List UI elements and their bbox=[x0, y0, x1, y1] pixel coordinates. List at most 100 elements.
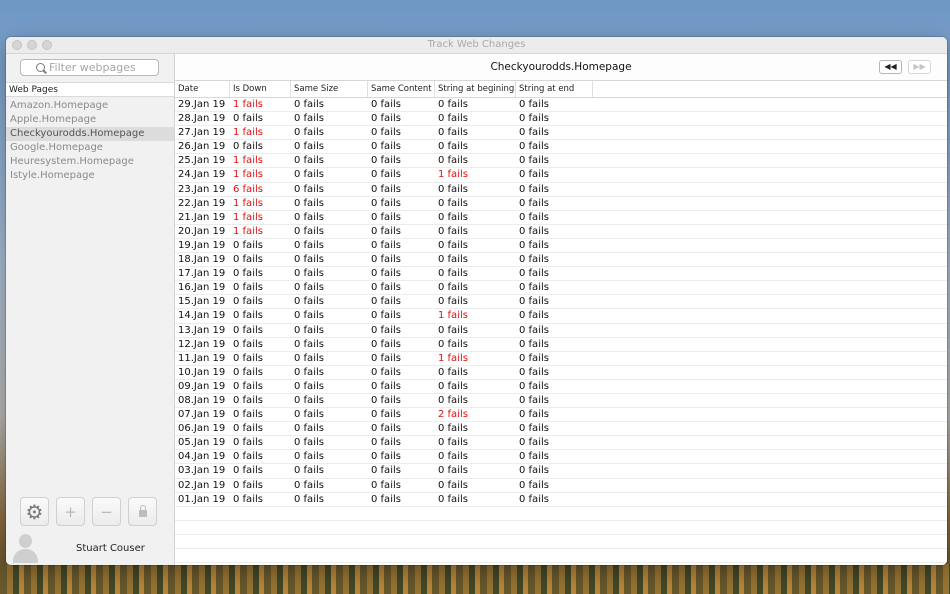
fails-cell: 0 fails bbox=[294, 380, 324, 392]
table-row[interactable]: 18.Jan 19 0 fails 0 fails 0 fails 0 fails 0 f… bbox=[175, 253, 947, 268]
empty-row bbox=[175, 507, 947, 521]
column-header[interactable]: String at end bbox=[516, 81, 593, 97]
fails-cell: 0 fails bbox=[294, 394, 324, 406]
fails-cell: 0 fails bbox=[233, 254, 263, 266]
table-row[interactable]: 29.Jan 19 1 fails 0 fails 0 fails 0 fails 0 f… bbox=[175, 98, 947, 113]
remove-page-button[interactable]: − bbox=[92, 497, 121, 526]
table-row[interactable]: 20.Jan 19 1 fails 0 fails 0 fails 0 fails 0 f… bbox=[175, 225, 947, 239]
fails-cell: 0 fails bbox=[294, 451, 324, 463]
column-header[interactable]: Same Content bbox=[368, 81, 435, 97]
table-row[interactable]: 01.Jan 19 0 fails 0 fails 0 fails 0 fails 0 f… bbox=[175, 493, 947, 507]
date-cell: 13.Jan 19 bbox=[178, 324, 226, 336]
table-row[interactable]: 23.Jan 19 6 fails 0 fails 0 fails 0 fails 0 f… bbox=[175, 183, 947, 197]
filter-webpages-input[interactable] bbox=[49, 61, 149, 74]
table-row[interactable]: 17.Jan 19 0 fails 0 fails 0 fails 0 fails 0 f… bbox=[175, 267, 947, 282]
sidebar-item[interactable]: Apple.Homepage bbox=[6, 113, 174, 127]
filter-field[interactable] bbox=[20, 59, 159, 76]
date-cell: 20.Jan 19 bbox=[178, 225, 226, 237]
fails-cell: 0 fails bbox=[233, 451, 263, 463]
fails-cell: 1 fails bbox=[438, 169, 468, 181]
sidebar-item[interactable]: Amazon.Homepage bbox=[6, 99, 174, 113]
fails-cell: 0 fails bbox=[233, 338, 263, 350]
table-row[interactable]: 02.Jan 19 0 fails 0 fails 0 fails 0 fails 0 f… bbox=[175, 479, 947, 493]
date-cell: 05.Jan 19 bbox=[178, 437, 226, 449]
fails-cell: 0 fails bbox=[438, 493, 468, 505]
fails-cell: 0 fails bbox=[294, 99, 324, 110]
previous-button[interactable]: ◀◀ bbox=[879, 60, 902, 74]
table-row[interactable]: 12.Jan 19 0 fails 0 fails 0 fails 0 fails 0 f… bbox=[175, 338, 947, 352]
fails-cell: 0 fails bbox=[294, 366, 324, 378]
date-cell: 14.Jan 19 bbox=[178, 310, 226, 322]
column-header[interactable]: Date bbox=[175, 81, 230, 97]
empty-row bbox=[175, 535, 947, 549]
sidebar-item[interactable]: Google.Homepage bbox=[6, 141, 174, 155]
fails-cell: 0 fails bbox=[294, 296, 324, 308]
table-row[interactable]: 09.Jan 19 0 fails 0 fails 0 fails 0 fails 0 f… bbox=[175, 380, 947, 394]
table-row[interactable]: 19.Jan 19 0 fails 0 fails 0 fails 0 fails 0 f… bbox=[175, 239, 947, 254]
fails-cell: 0 fails bbox=[233, 282, 263, 294]
fails-cell: 0 fails bbox=[371, 155, 401, 167]
fails-cell: 0 fails bbox=[438, 183, 468, 195]
add-page-button[interactable]: + bbox=[56, 497, 85, 526]
fails-cell: 0 fails bbox=[519, 451, 549, 463]
table-row[interactable]: 15.Jan 19 0 fails 0 fails 0 fails 0 fails 0 f… bbox=[175, 295, 947, 310]
fails-cell: 0 fails bbox=[371, 493, 401, 505]
sidebar-item[interactable]: Checkyourodds.Homepage bbox=[6, 127, 174, 141]
column-header[interactable]: String at begining bbox=[435, 81, 516, 97]
date-cell: 24.Jan 19 bbox=[178, 169, 226, 181]
main-panel: Checkyourodds.Homepage ◀◀ ▶▶ Date Is Down… bbox=[175, 54, 947, 565]
table-row[interactable]: 16.Jan 19 0 fails 0 fails 0 fails 0 fails 0 f… bbox=[175, 281, 947, 296]
table-row[interactable]: 06.Jan 19 0 fails 0 fails 0 fails 0 fails 0 f… bbox=[175, 422, 947, 437]
table-row[interactable]: 08.Jan 19 0 fails 0 fails 0 fails 0 fails 0 f… bbox=[175, 394, 947, 409]
table-row[interactable]: 11.Jan 19 0 fails 0 fails 0 fails 1 fails 0 f… bbox=[175, 352, 947, 366]
fails-cell: 0 fails bbox=[519, 493, 549, 505]
fails-cell: 0 fails bbox=[438, 324, 468, 336]
fails-cell: 1 fails bbox=[233, 211, 263, 223]
main-header: Checkyourodds.Homepage ◀◀ ▶▶ bbox=[175, 54, 947, 81]
lock-button[interactable] bbox=[128, 497, 157, 526]
fails-cell: 0 fails bbox=[371, 366, 401, 378]
fails-cell: 0 fails bbox=[519, 225, 549, 237]
table-row[interactable]: 27.Jan 19 1 fails 0 fails 0 fails 0 fails 0 f… bbox=[175, 126, 947, 141]
settings-button[interactable]: ⚙ bbox=[20, 497, 49, 526]
table-row[interactable]: 07.Jan 19 0 fails 0 fails 0 fails 2 fails 0 f… bbox=[175, 408, 947, 423]
results-table: 29.Jan 19 1 fails 0 fails 0 fails 0 fails 0 f… bbox=[175, 98, 947, 564]
fails-cell: 0 fails bbox=[294, 155, 324, 167]
fails-cell: 1 fails bbox=[438, 352, 468, 364]
fails-cell: 0 fails bbox=[294, 268, 324, 280]
avatar bbox=[10, 533, 40, 563]
fails-cell: 0 fails bbox=[438, 380, 468, 392]
table-row[interactable]: 03.Jan 19 0 fails 0 fails 0 fails 0 fails 0 f… bbox=[175, 464, 947, 479]
next-button[interactable]: ▶▶ bbox=[908, 60, 931, 74]
table-row[interactable]: 25.Jan 19 1 fails 0 fails 0 fails 0 fails 0 f… bbox=[175, 154, 947, 169]
table-row[interactable]: 13.Jan 19 0 fails 0 fails 0 fails 0 fails 0 f… bbox=[175, 324, 947, 338]
column-header[interactable]: Is Down bbox=[230, 81, 291, 97]
fails-cell: 0 fails bbox=[519, 211, 549, 223]
fails-cell: 0 fails bbox=[519, 239, 549, 251]
column-header[interactable]: Same Size bbox=[291, 81, 368, 97]
table-row[interactable]: 04.Jan 19 0 fails 0 fails 0 fails 0 fails 0 f… bbox=[175, 450, 947, 465]
date-cell: 11.Jan 19 bbox=[178, 352, 226, 364]
table-row[interactable]: 14.Jan 19 0 fails 0 fails 0 fails 1 fails 0 f… bbox=[175, 309, 947, 324]
fails-cell: 0 fails bbox=[371, 183, 401, 195]
fails-cell: 0 fails bbox=[519, 409, 549, 421]
fails-cell: 1 fails bbox=[233, 225, 263, 237]
table-row[interactable]: 28.Jan 19 0 fails 0 fails 0 fails 0 fails 0 f… bbox=[175, 112, 947, 127]
fails-cell: 0 fails bbox=[519, 465, 549, 477]
date-cell: 09.Jan 19 bbox=[178, 380, 226, 392]
date-cell: 27.Jan 19 bbox=[178, 127, 226, 139]
table-row[interactable]: 26.Jan 19 0 fails 0 fails 0 fails 0 fails 0 f… bbox=[175, 140, 947, 155]
table-row[interactable]: 21.Jan 19 1 fails 0 fails 0 fails 0 fails 0 f… bbox=[175, 211, 947, 225]
fails-cell: 0 fails bbox=[294, 127, 324, 139]
table-row[interactable]: 10.Jan 19 0 fails 0 fails 0 fails 0 fails 0 f… bbox=[175, 366, 947, 380]
fails-cell: 0 fails bbox=[371, 423, 401, 435]
web-pages-header: Web Pages bbox=[6, 82, 174, 97]
table-row[interactable]: 05.Jan 19 0 fails 0 fails 0 fails 0 fails 0 f… bbox=[175, 436, 947, 451]
fails-cell: 0 fails bbox=[371, 465, 401, 477]
sidebar-item[interactable]: Istyle.Homepage bbox=[6, 169, 174, 183]
table-row[interactable]: 24.Jan 19 1 fails 0 fails 0 fails 1 fails 0 f… bbox=[175, 168, 947, 183]
fails-cell: 0 fails bbox=[233, 352, 263, 364]
sidebar-item[interactable]: Heuresystem.Homepage bbox=[6, 155, 174, 169]
date-cell: 10.Jan 19 bbox=[178, 366, 226, 378]
table-row[interactable]: 22.Jan 19 1 fails 0 fails 0 fails 0 fails 0 f… bbox=[175, 197, 947, 211]
